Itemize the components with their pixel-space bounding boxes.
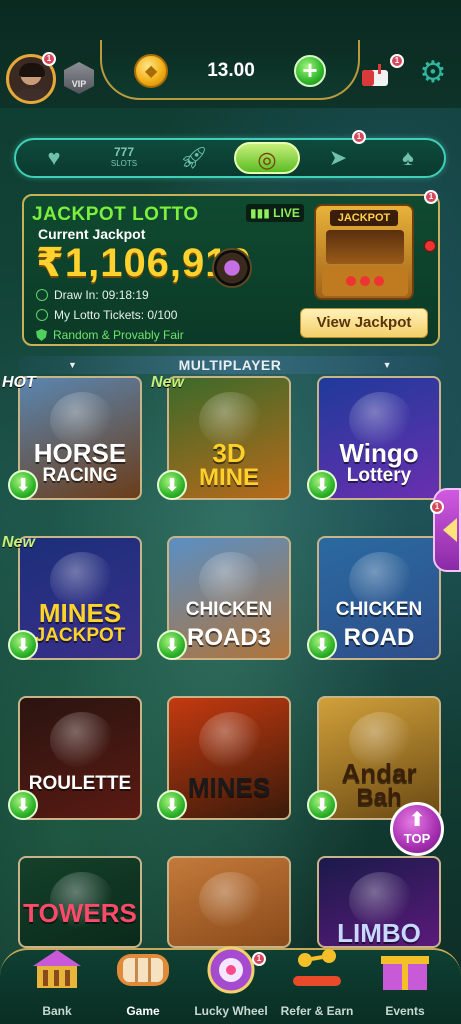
bottom-nav: Bank Game Lucky Wheel Refer & Earn Events 1 (0, 946, 461, 1024)
game-art (199, 872, 263, 928)
tab-slots[interactable]: 777 SLOTS (94, 142, 154, 174)
download-button[interactable]: ⬇ (157, 630, 187, 660)
download-button[interactable]: ⬇ (157, 790, 187, 820)
jackpot-spinner-icon (212, 248, 252, 288)
download-button[interactable]: ⬇ (8, 790, 38, 820)
tab-slots-label: SLOTS (110, 159, 138, 168)
lotto-tickets: My Lotto Tickets: 0/100 (36, 308, 177, 322)
balance-amount: 13.00 (207, 60, 255, 81)
game-title: MINES (187, 772, 271, 802)
section-title: MULTIPLAYER (178, 357, 282, 373)
mailbox-icon[interactable] (358, 60, 394, 90)
jackpot-machine-icon: JACKPOT (314, 204, 414, 300)
game-subtitle: RACING (42, 465, 118, 486)
vip-icon[interactable]: VIP (64, 62, 94, 94)
new-ribbon: New (2, 534, 35, 551)
game-tile[interactable]: TOWERS (18, 856, 142, 948)
game-art (50, 712, 114, 768)
nav-bank[interactable]: Bank (12, 950, 102, 1024)
side-tab-badge: 1 (430, 500, 444, 514)
shield-icon (36, 329, 47, 341)
rocket-icon: 🚀︎ (180, 145, 208, 170)
draw-timer: Draw In: 09:18:19 (36, 288, 149, 302)
game-subtitle: JACKPOT (34, 625, 126, 646)
nav-refer-earn[interactable]: Refer & Earn (272, 949, 362, 1024)
jackpot-title: JACKPOT LOTTO (32, 204, 199, 225)
nav-label: Bank (42, 1004, 72, 1018)
fairness-note: Random & Provably Fair (36, 328, 184, 342)
tab-crash[interactable]: 🚀︎ (164, 142, 224, 174)
download-button[interactable]: ⬇ (307, 470, 337, 500)
game-title: 3D (212, 438, 246, 468)
jackpot-card[interactable]: JACKPOT LOTTO ▮▮▮ LIVE Current Jackpot ₹… (22, 194, 440, 346)
arrow-up-icon: ⬆ (408, 809, 426, 831)
section-header: ▼ MULTIPLAYER ▼ (18, 356, 442, 374)
add-funds-button[interactable]: + (294, 55, 326, 87)
game-subtitle: ROAD3 (186, 624, 271, 651)
nav-label: Lucky Wheel (194, 1004, 268, 1018)
mail-badge: 1 (390, 54, 404, 68)
game-title: TOWERS (23, 898, 137, 928)
tab-multiplayer[interactable]: ◎ (234, 142, 300, 174)
slots-icon: 777 (113, 145, 135, 159)
avatar-badge: 1 (42, 52, 56, 66)
lever-knob (424, 240, 436, 252)
game-tile[interactable]: LIMBORider (317, 856, 441, 948)
game-tile[interactable] (167, 856, 291, 948)
heart-icon: ♥ (47, 145, 61, 170)
nav-game[interactable]: Game (98, 950, 188, 1024)
wheel-icon (199, 942, 263, 996)
nav-label: Refer & Earn (280, 1004, 354, 1018)
tab-cards[interactable]: ♠ (378, 142, 438, 174)
download-button[interactable]: ⬇ (307, 790, 337, 820)
game-art (199, 712, 263, 768)
nav-label: Game (126, 1004, 160, 1018)
game-title: MINES (38, 598, 122, 628)
nav-events[interactable]: Events (360, 950, 450, 1024)
game-title: Andar (341, 758, 417, 788)
nav-badge: 1 (252, 952, 266, 966)
game-subtitle: MINE (199, 464, 259, 491)
gift-icon (373, 942, 437, 996)
download-button[interactable]: ⬇ (8, 470, 38, 500)
clock-icon (36, 289, 48, 301)
download-button[interactable]: ⬇ (307, 630, 337, 660)
tab-favorites[interactable]: ♥ (24, 142, 84, 174)
game-subtitle: Lottery (346, 465, 412, 486)
nav-label: Events (385, 1004, 425, 1018)
coin-icon (134, 54, 168, 88)
tab-fishing[interactable]: ➤ (308, 142, 368, 174)
game-title: CHICKEN (185, 599, 273, 620)
download-button[interactable]: ⬇ (8, 630, 38, 660)
game-title: ROULETTE (28, 773, 132, 794)
slot-reels-icon (111, 942, 175, 996)
download-button[interactable]: ⬇ (157, 470, 187, 500)
roulette-icon: ◎ (257, 147, 277, 172)
cards-icon: ♠ (402, 145, 414, 170)
shark-icon: ➤ (328, 145, 348, 170)
game-title: Wingo (339, 438, 419, 468)
game-title: HORSE (33, 438, 127, 468)
jackpot-badge: 1 (424, 190, 438, 204)
live-indicator: ▮▮▮ LIVE (246, 204, 304, 222)
refer-icon (285, 942, 349, 996)
scroll-top-button[interactable]: ⬆ TOP (390, 802, 444, 856)
hot-ribbon: HOT (2, 374, 36, 391)
jackpot-machine-label: JACKPOT (330, 210, 398, 226)
game-subtitle: ROAD (343, 624, 415, 651)
category-tabs: ♥ 777 SLOTS 🚀︎ ◎ ➤ ♠ (14, 138, 446, 178)
new-ribbon: New (151, 374, 184, 391)
game-title: CHICKEN (335, 599, 423, 620)
scroll-top-label: TOP (403, 831, 431, 846)
tab-badge: 1 (352, 130, 366, 144)
bank-icon (25, 942, 89, 996)
top-bar: 1 VIP 13.00 + 1 ⚙ (0, 0, 461, 108)
gear-icon[interactable]: ⚙ (418, 58, 448, 88)
view-jackpot-button[interactable]: View Jackpot (300, 308, 428, 338)
ticket-icon (36, 309, 48, 321)
